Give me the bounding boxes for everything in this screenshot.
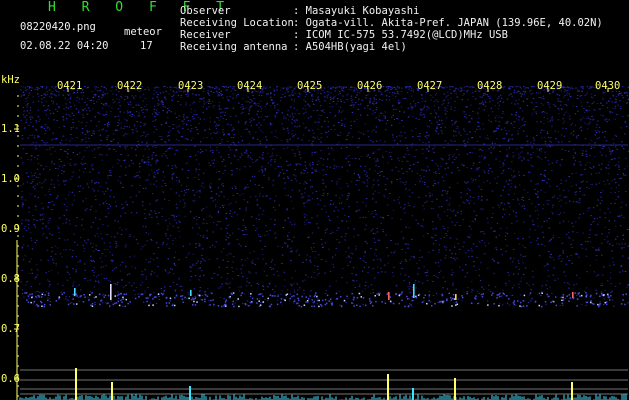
x-tick-label: 0429 (537, 80, 563, 92)
datetime-label: 02.08.22 04:20 (20, 40, 109, 52)
x-tick-label: 0423 (178, 80, 204, 92)
info-value-observer: : Masayuki Kobayashi (293, 5, 420, 17)
filename-label: 08220420.png (20, 21, 96, 33)
info-label-antenna: Receiving antenna (180, 41, 288, 53)
x-tick-label: 0421 (57, 80, 83, 92)
x-tick-label: 0422 (117, 80, 143, 92)
spectrogram (14, 86, 629, 400)
info-value-location: : Ogata-vill. Akita-Pref. JAPAN (139.96E… (293, 17, 603, 29)
info-label-location: Receiving Location (180, 17, 294, 29)
y-tick-label: 0.7 (1, 323, 20, 335)
meteor-count: 17 (140, 40, 153, 52)
meteor-label: meteor (124, 26, 162, 38)
y-axis-unit: kHz (1, 74, 20, 86)
x-tick-label: 0430 (595, 80, 621, 92)
x-tick-label: 0424 (237, 80, 263, 92)
x-tick-label: 0425 (297, 80, 323, 92)
y-tick-label: 1.1 (1, 123, 20, 135)
x-tick-label: 0427 (417, 80, 443, 92)
info-label-receiver: Receiver (180, 29, 231, 41)
y-tick-label: 0.9 (1, 223, 20, 235)
info-value-receiver: : ICOM IC-575 53.7492(@LCD)MHz USB (293, 29, 508, 41)
y-tick-label: 0.6 (1, 373, 20, 385)
info-value-antenna: : A504HB(yagi 4el) (293, 41, 407, 53)
info-label-observer: Observer (180, 5, 231, 17)
x-tick-label: 0426 (357, 80, 383, 92)
y-tick-label: 0.8 (1, 273, 20, 285)
y-tick-label: 1.0 (1, 173, 20, 185)
x-tick-label: 0428 (477, 80, 503, 92)
